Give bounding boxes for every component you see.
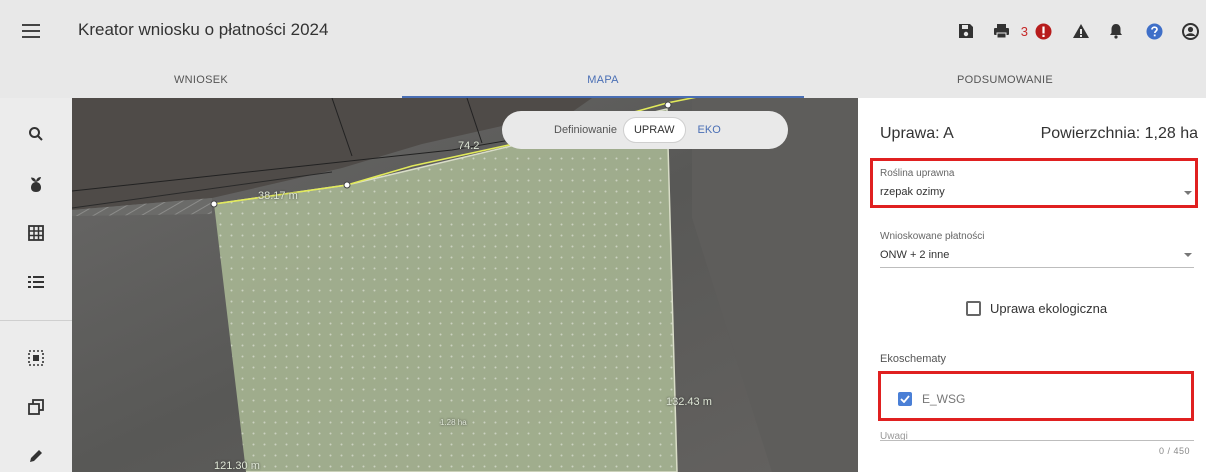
organic-crop-label: Uprawa ekologiczna [990,301,1108,316]
hamburger-menu-icon[interactable] [20,20,42,42]
notes-char-counter: 0 / 450 [1158,446,1190,456]
edge-length-right: 132.43 m [666,396,712,408]
tab-podsumowanie[interactable]: PODSUMOWANIE [804,62,1206,98]
map-view[interactable]: 74.2 38.17 m 132.43 m 1.28 ha 121.30 m D… [72,98,858,472]
save-icon[interactable] [953,19,979,43]
toolbar-divider [0,320,72,321]
ecoscheme-ewsg-label: E_WSG [922,392,966,406]
mode-upraw-button[interactable]: UPRAW [622,117,686,143]
map-canvas [72,98,858,472]
definition-mode-toggle: Definiowanie UPRAW EKO [502,111,788,149]
checkbox-empty-icon [966,301,981,316]
crop-details-panel: Uprawa: A Powierzchnia: 1,28 ha Roślina … [858,104,1206,472]
organic-crop-checkbox[interactable]: Uprawa ekologiczna [966,301,1107,316]
definition-mode-label: Definiowanie [554,124,617,136]
warning-icon[interactable] [1068,19,1094,43]
error-count: 3 [1020,23,1028,39]
crop-select-value: rzepak ozimy [880,186,945,198]
ecoscheme-ewsg-checkbox[interactable]: E_WSG [898,392,965,406]
edge-length-top: 74.2 [458,140,480,152]
checkbox-checked-icon [898,392,912,406]
copy-icon[interactable] [24,395,48,419]
app-bar: Kreator wniosku o płatności 2024 3 [0,0,1206,62]
edge-length-left: 38.17 m [258,190,298,202]
edge-length-bottom: 121.30 m [214,460,260,472]
crop-select-label: Roślina uprawna [880,168,955,179]
edit-icon[interactable] [24,444,48,468]
search-icon[interactable] [24,122,48,146]
crop-select[interactable]: Roślina uprawna rzepak ozimy [880,168,1194,198]
crop-title: Uprawa: A [880,125,954,142]
payments-underline [880,267,1194,268]
map-toolbar [0,98,72,472]
crop-area: Powierzchnia: 1,28 ha [1040,125,1198,142]
payments-select-value: ONW + 2 inne [880,249,950,261]
tab-mapa[interactable]: MAPA [402,62,804,98]
payments-select-label: Wnioskowane płatności [880,231,985,242]
ecoschemes-header: Ekoschematy [880,353,947,365]
error-alert-icon[interactable] [1032,19,1054,43]
app-title: Kreator wniosku o płatności 2024 [78,20,329,39]
tab-wniosek[interactable]: WNIOSEK [0,62,402,98]
notifications-bell-icon[interactable] [1104,19,1128,43]
account-icon[interactable] [1178,19,1202,43]
notes-underline [880,440,1194,441]
plant-icon[interactable] [24,172,48,196]
list-icon[interactable] [24,270,48,294]
parcel-area-label: 1.28 ha [440,418,467,427]
tab-bar: WNIOSEK MAPA PODSUMOWANIE [0,62,1206,98]
help-icon[interactable] [1142,19,1166,43]
payments-select[interactable]: Wnioskowane płatności ONW + 2 inne [880,231,1194,268]
grid-icon[interactable] [24,221,48,245]
select-area-icon[interactable] [24,346,48,370]
header-actions: 3 [953,18,1206,44]
chevron-down-icon [1184,253,1192,257]
mode-eko-button[interactable]: EKO [688,118,731,142]
chevron-down-icon [1184,191,1192,195]
print-icon[interactable] [989,19,1015,43]
